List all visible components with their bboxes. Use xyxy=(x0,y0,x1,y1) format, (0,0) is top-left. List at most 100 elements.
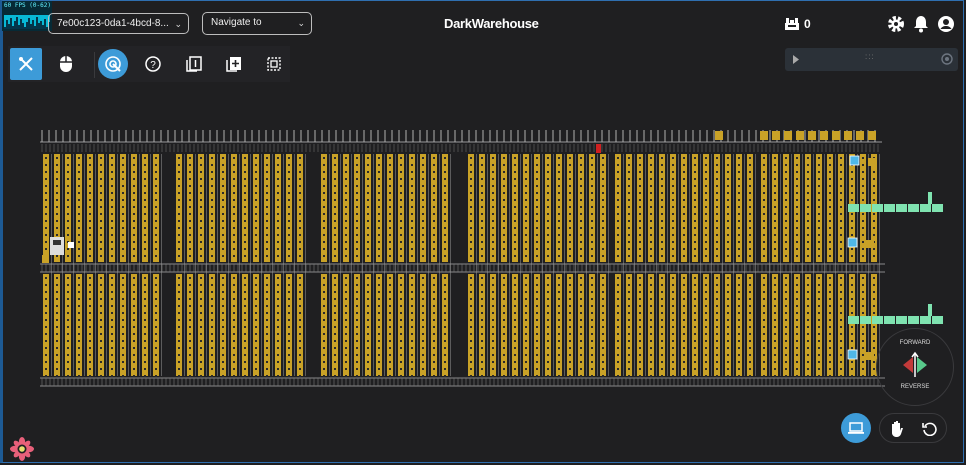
shelf-slot xyxy=(738,241,740,243)
shelf-slot xyxy=(661,255,663,257)
shelf-slot xyxy=(78,213,80,215)
shelf-slot xyxy=(580,277,582,279)
shelf-slot xyxy=(807,284,809,286)
shelf-slot xyxy=(536,333,538,335)
add-button[interactable] xyxy=(218,48,250,80)
shelf-slot xyxy=(56,164,58,166)
shelf-slot xyxy=(433,347,435,349)
shelf-slot xyxy=(481,178,483,180)
shelf-slot xyxy=(200,298,202,300)
shelf-slot xyxy=(591,326,593,328)
tools-button[interactable] xyxy=(10,48,42,80)
drag-handle[interactable]: ::: xyxy=(865,52,875,61)
shelf-slot xyxy=(100,354,102,356)
target-button[interactable] xyxy=(98,49,128,79)
shelf-slot xyxy=(591,305,593,307)
shelf-slot xyxy=(100,340,102,342)
gear-icon[interactable] xyxy=(886,14,906,34)
shelf-slot xyxy=(672,213,674,215)
shelf-slot xyxy=(639,305,641,307)
shelf-slot xyxy=(763,291,765,293)
shelf-slot xyxy=(503,164,505,166)
shelf-slot xyxy=(727,326,729,328)
robot-marker[interactable] xyxy=(847,237,858,248)
shelf-slot xyxy=(277,171,279,173)
shelf-slot xyxy=(749,248,751,250)
shelf-slot xyxy=(178,227,180,229)
shelf-slot xyxy=(514,234,516,236)
shelf-column xyxy=(120,274,126,376)
shelf-slot xyxy=(617,291,619,293)
shelf-slot xyxy=(356,340,358,342)
shelf-slot xyxy=(829,171,831,173)
shelf-slot xyxy=(694,199,696,201)
station-screen xyxy=(53,240,61,245)
shelf-slot xyxy=(525,361,527,363)
copy-button[interactable] xyxy=(178,48,210,80)
station[interactable] xyxy=(50,237,64,255)
shelf-column xyxy=(409,274,415,376)
shelf-slot xyxy=(400,213,402,215)
shelf-slot xyxy=(862,185,864,187)
shelf-slot xyxy=(558,206,560,208)
shelf-slot xyxy=(222,375,224,377)
shelf-slot xyxy=(514,241,516,243)
shelf-slot xyxy=(661,312,663,314)
shelf-slot xyxy=(481,241,483,243)
shelf-slot xyxy=(738,305,740,307)
shelf-slot xyxy=(840,199,842,201)
shelf-slot xyxy=(277,220,279,222)
shelf-slot xyxy=(862,178,864,180)
shelf-slot xyxy=(277,234,279,236)
shelf-slot xyxy=(45,305,47,307)
account-icon[interactable] xyxy=(936,14,956,34)
shelf-slot xyxy=(422,291,424,293)
shelf-slot xyxy=(873,178,875,180)
help-button[interactable]: ? xyxy=(137,48,169,80)
shelf-slot xyxy=(558,375,560,377)
shelf-slot xyxy=(683,241,685,243)
shelf-slot xyxy=(277,213,279,215)
shelf-slot xyxy=(547,248,549,250)
bell-icon[interactable] xyxy=(911,14,931,34)
navigate-select[interactable]: Navigate to ⌄ xyxy=(202,12,312,35)
shelf-slot xyxy=(580,164,582,166)
shelf-slot xyxy=(411,241,413,243)
shelf-slot xyxy=(288,319,290,321)
shelf-slot xyxy=(796,234,798,236)
warehouse-map[interactable] xyxy=(40,124,950,388)
drive-joystick[interactable]: FORWARD REVERSE xyxy=(876,328,954,406)
shelf-slot xyxy=(705,347,707,349)
robot-marker[interactable] xyxy=(849,155,860,166)
shelf-slot xyxy=(818,227,820,229)
shelf-slot xyxy=(266,284,268,286)
shelf-slot xyxy=(818,347,820,349)
shelf-slot xyxy=(749,291,751,293)
robots-icon[interactable] xyxy=(782,14,802,34)
shelf-slot xyxy=(422,178,424,180)
shelf-slot xyxy=(840,368,842,370)
shelf-slot xyxy=(569,220,571,222)
search-icon[interactable] xyxy=(941,53,953,65)
shelf-slot xyxy=(155,368,157,370)
shelf-slot xyxy=(514,171,516,173)
play-icon[interactable] xyxy=(793,55,799,64)
select-area-button[interactable] xyxy=(258,48,290,80)
laptop-button[interactable] xyxy=(841,413,871,443)
hand-icon[interactable] xyxy=(889,420,905,437)
shelf-slot xyxy=(716,361,718,363)
shelf-slot xyxy=(661,326,663,328)
reset-icon[interactable] xyxy=(922,421,937,436)
shelf-slot xyxy=(694,361,696,363)
robot-marker[interactable] xyxy=(847,349,858,360)
shelf-slot xyxy=(378,199,380,201)
shelf-slot xyxy=(323,312,325,314)
shelf-slot xyxy=(525,248,527,250)
shelf-slot xyxy=(244,206,246,208)
shelf-slot xyxy=(56,185,58,187)
shelf-slot xyxy=(422,241,424,243)
shelf-slot xyxy=(288,248,290,250)
mouse-button[interactable] xyxy=(50,48,82,80)
shelf-slot xyxy=(580,319,582,321)
session-select[interactable]: 7e00c123-0da1-4bcd-8... ⌄ xyxy=(48,13,189,34)
